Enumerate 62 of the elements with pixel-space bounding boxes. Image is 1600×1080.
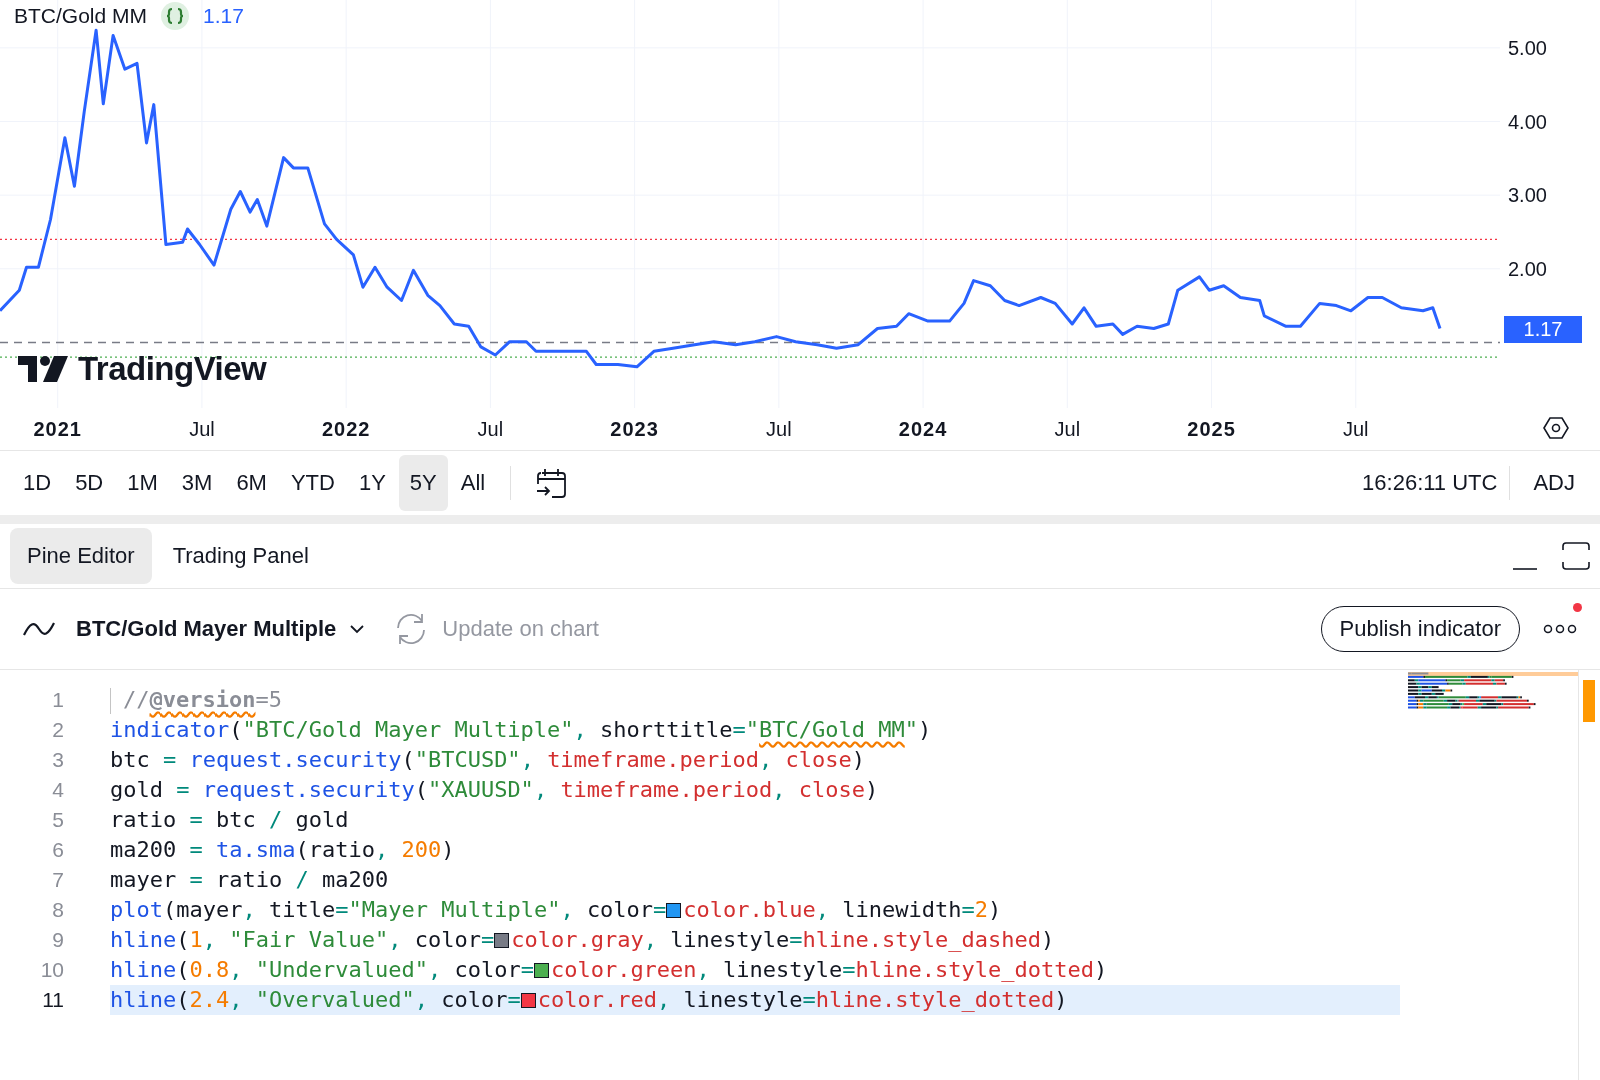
calendar-icon xyxy=(534,466,569,500)
code-line: hline(0.8, "Undervalued", color= color.green, linestyle=hline.style_dotted) xyxy=(110,956,1109,984)
axis-label: 4.00 xyxy=(1508,110,1547,133)
axis-label: Jul xyxy=(189,418,215,440)
axis-label: Jul xyxy=(1343,418,1369,440)
line-number: 10 xyxy=(39,958,64,982)
script-title[interactable]: BTC/Gold Mayer Multiple xyxy=(76,616,337,642)
axis-label: Jul xyxy=(766,418,792,440)
line-number: 1 xyxy=(51,688,64,712)
code-line: //@version=5 xyxy=(110,685,1400,715)
publish-button[interactable]: Publish indicator xyxy=(1320,606,1520,652)
range-button[interactable]: 3M xyxy=(170,455,224,511)
panel-tab[interactable]: Pine Editor xyxy=(10,528,152,584)
line-number: 5 xyxy=(51,808,64,832)
settings-icon[interactable] xyxy=(1543,417,1569,439)
axis-label: 2.00 xyxy=(1508,257,1547,280)
axis-label: 2024 xyxy=(898,418,948,440)
axis-label: 5.00 xyxy=(1508,36,1547,59)
range-button[interactable]: 1M xyxy=(116,455,169,511)
line-number: 3 xyxy=(51,748,64,772)
line-number: 2 xyxy=(51,718,64,742)
logo-icon xyxy=(18,356,68,382)
range-button[interactable]: YTD xyxy=(279,455,346,511)
panel-tab[interactable]: Trading Panel xyxy=(155,528,326,584)
axis-label: Jul xyxy=(1054,418,1081,440)
more-icon xyxy=(1543,624,1577,634)
code-line: mayer = ratio / ma200 xyxy=(110,866,390,894)
range-button[interactable]: 5D xyxy=(64,455,115,511)
indicator-name[interactable]: BTC/Gold MM xyxy=(14,4,147,28)
range-button[interactable]: 1D xyxy=(12,455,63,511)
code-line: hline(1, "Fair Value", color= color.gray, linestyle=hline.style_dashed) xyxy=(110,926,1056,954)
line-number: 6 xyxy=(51,838,64,862)
line-number: 9 xyxy=(51,928,64,952)
line-number: 7 xyxy=(51,868,64,892)
indicator-value: 1.17 xyxy=(203,4,244,28)
clock-time[interactable]: 16:26:11 UTC xyxy=(1362,470,1498,496)
minimap-drawing[interactable] xyxy=(1408,672,1578,712)
maximize-icon[interactable] xyxy=(1562,542,1590,570)
code-line: gold = request.security("XAUUSD", timeframe.period, close) xyxy=(110,776,880,804)
range-button[interactable]: All xyxy=(449,455,497,511)
axis-label: 2023 xyxy=(610,418,659,440)
adjust-button[interactable]: ADJ xyxy=(1522,455,1586,511)
code-line: plot(mayer, title="Mayer Multiple", color= color.blue, linewidth=2) xyxy=(110,896,1003,924)
chevron-down-icon[interactable] xyxy=(350,624,365,634)
line-number: 4 xyxy=(51,778,64,802)
axis-label: 2025 xyxy=(1187,418,1236,440)
watermark-text: TradingView xyxy=(78,350,267,388)
code-line: btc = request.security("BTCUSD", timeframe.period, close) xyxy=(110,746,867,774)
range-button[interactable]: 1Y xyxy=(347,455,397,511)
line-number: 11 xyxy=(41,988,64,1012)
code-line: indicator("BTC/Gold Mayer Multiple", shorttitle="BTC/Gold MM") xyxy=(110,716,933,744)
price-label: 1.17 xyxy=(1504,316,1582,343)
braces-icon[interactable] xyxy=(161,2,189,30)
axis-label: Jul xyxy=(477,418,504,440)
code-line: ma200 = ta.sma(ratio, 200) xyxy=(110,836,456,864)
range-button[interactable]: 6M xyxy=(225,455,278,511)
axis-label: 2022 xyxy=(321,418,371,440)
axis-label: 2021 xyxy=(33,418,82,440)
axis-label: 3.00 xyxy=(1508,184,1547,207)
range-button[interactable]: 5Y xyxy=(398,455,448,511)
line-number: 8 xyxy=(51,898,64,922)
code-line: ratio = btc / gold xyxy=(110,806,350,834)
